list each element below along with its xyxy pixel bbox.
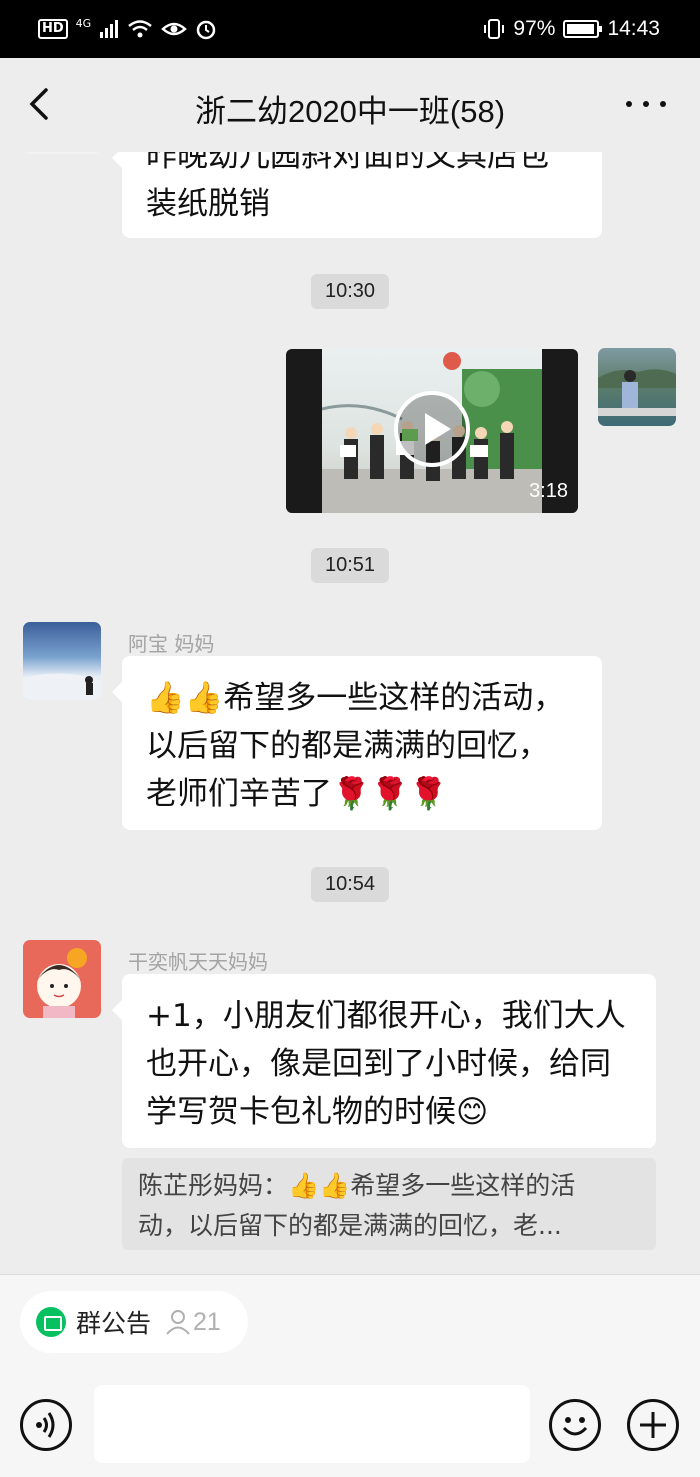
message-bubble[interactable]: 👍👍希望多一些这样的活动， 以后留下的都是满满的回忆， 老师们辛苦了🌹🌹🌹 <box>112 656 602 830</box>
wifi-icon <box>128 20 152 38</box>
play-icon[interactable] <box>394 391 470 467</box>
message-text: +1，小朋友们都很开心，我们大人 <box>146 998 626 1034</box>
quote-text: 陈芷彤妈妈：👍👍希望多一些这样的活 <box>138 1171 576 1200</box>
video-duration: 3:18 <box>529 480 568 502</box>
emoji-icon[interactable] <box>549 1399 601 1451</box>
message-input[interactable] <box>94 1385 530 1463</box>
avatar[interactable] <box>23 940 101 1018</box>
message-timestamp: 10:30 <box>310 274 390 309</box>
message-bubble[interactable]: +1，小朋友们都很开心，我们大人 也开心，像是回到了小时候，给同 学写贺卡包礼物… <box>112 974 656 1148</box>
eye-icon <box>161 22 188 36</box>
sender-name: 阿宝 妈妈 <box>128 632 215 656</box>
more-dots-icon[interactable] <box>626 94 666 114</box>
input-bar: 群公告 21 <box>0 1274 700 1477</box>
battery-percent: 97% <box>513 17 556 40</box>
avatar-image <box>23 673 101 700</box>
chat-header: 浙二幼2020中一班(58) <box>0 58 700 152</box>
status-bar: HD 4G 97% 14:43 <box>0 0 700 58</box>
member-count: 21 <box>193 1307 221 1336</box>
avatar[interactable] <box>23 152 101 154</box>
signal-icon <box>100 20 119 38</box>
quote-text: 动，以后留下的都是满满的回忆，老... <box>138 1211 562 1240</box>
message-text: 以后留下的都是满满的回忆， <box>146 728 549 764</box>
rose-icon: 🌹🌹🌹 <box>332 776 448 812</box>
quoted-message[interactable]: 陈芷彤妈妈：👍👍希望多一些这样的活 动，以后留下的都是满满的回忆，老... <box>122 1158 656 1250</box>
alarm-icon <box>196 20 216 40</box>
member-icon <box>166 1310 190 1335</box>
battery-icon <box>563 20 603 38</box>
network-type: 4G <box>75 16 92 30</box>
group-notice-button[interactable]: 群公告 21 <box>20 1291 248 1353</box>
thumbs-up-icon: 👍👍 <box>288 1171 351 1200</box>
plus-icon[interactable] <box>627 1399 679 1451</box>
avatar[interactable] <box>23 622 101 700</box>
thumbs-up-icon: 👍👍 <box>146 680 224 716</box>
message-bubble[interactable]: 昨晚幼儿园斜对面的文具店包 装纸脱销 <box>112 152 602 238</box>
sender-name: 干奕帆天天妈妈 <box>128 950 268 974</box>
message-text: 昨晚幼儿园斜对面的文具店包 <box>146 152 549 174</box>
message-list[interactable]: 昨晚幼儿园斜对面的文具店包 装纸脱销 10:30 3:18 10:51 阿宝 妈… <box>0 152 700 1274</box>
notice-icon <box>36 1307 66 1337</box>
message-timestamp: 10:51 <box>310 548 390 583</box>
avatar-image <box>598 369 676 416</box>
message-text: 学写贺卡包礼物的时候😊 <box>146 1094 489 1130</box>
chat-title: 浙二幼2020中一班(58) <box>194 94 506 129</box>
voice-icon[interactable] <box>20 1399 72 1451</box>
message-text: 装纸脱销 <box>146 186 270 222</box>
hd-indicator: HD <box>38 19 68 39</box>
smile-emoji-icon: 😊 <box>456 1094 489 1130</box>
message-timestamp: 10:54 <box>310 867 390 902</box>
clock: 14:43 <box>607 17 660 40</box>
avatar[interactable] <box>598 348 676 426</box>
message-text: 老师们辛苦了🌹🌹🌹 <box>146 776 448 812</box>
message-text: 也开心，像是回到了小时候，给同 <box>146 1046 611 1082</box>
video-message[interactable]: 3:18 <box>286 349 578 513</box>
message-text: 👍👍希望多一些这样的活动， <box>146 680 565 716</box>
avatar-image <box>37 948 87 1018</box>
notice-label: 群公告 <box>76 1309 152 1338</box>
vibrate-icon <box>484 19 505 39</box>
